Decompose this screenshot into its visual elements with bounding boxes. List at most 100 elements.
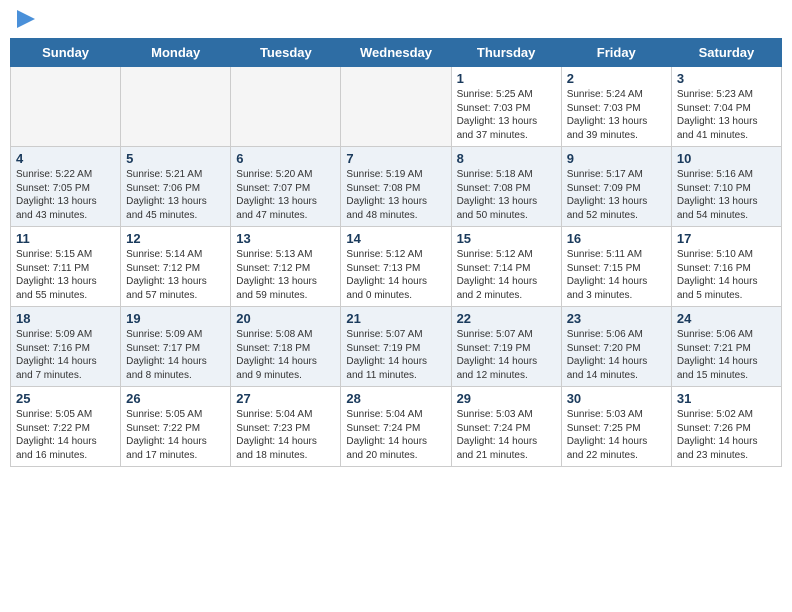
day-info: Sunrise: 5:06 AM Sunset: 7:21 PM Dayligh… xyxy=(677,328,776,382)
day-number: 28 xyxy=(346,391,445,406)
day-info: Sunrise: 5:09 AM Sunset: 7:16 PM Dayligh… xyxy=(16,328,115,382)
day-info: Sunrise: 5:07 AM Sunset: 7:19 PM Dayligh… xyxy=(346,328,445,382)
calendar-cell: 3Sunrise: 5:23 AM Sunset: 7:04 PM Daylig… xyxy=(671,67,781,147)
day-number: 5 xyxy=(126,151,225,166)
logo xyxy=(15,10,35,28)
calendar-cell: 14 Sunrise: 5:12 AM Sunset: 7:13 PM Dayli… xyxy=(341,227,451,307)
calendar-cell: 2 Sunrise: 5:24 AM Sunset: 7:03 PM Daylig… xyxy=(561,67,671,147)
calendar-cell xyxy=(121,67,231,147)
day-info: Sunrise: 5:19 AM Sunset: 7:08 PM Dayligh… xyxy=(346,168,445,222)
day-info: Sunrise: 5:25 AM Sunset: 7:03 PM Dayligh… xyxy=(457,88,556,142)
day-info: Sunrise: 5:10 AM Sunset: 7:16 PM Dayligh… xyxy=(677,248,776,302)
calendar-week-row: 18 Sunrise: 5:09 AM Sunset: 7:16 PM Dayli… xyxy=(11,307,782,387)
day-number: 9 xyxy=(567,151,666,166)
day-number: 29 xyxy=(457,391,556,406)
day-header-saturday: Saturday xyxy=(671,39,781,67)
calendar-cell: 28 Sunrise: 5:04 AM Sunset: 7:24 PM Dayli… xyxy=(341,387,451,467)
calendar-cell: 27 Sunrise: 5:04 AM Sunset: 7:23 PM Dayli… xyxy=(231,387,341,467)
day-number: 30 xyxy=(567,391,666,406)
calendar-cell xyxy=(341,67,451,147)
day-header-thursday: Thursday xyxy=(451,39,561,67)
day-info: Sunrise: 5:14 AM Sunset: 7:12 PM Dayligh… xyxy=(126,248,225,302)
calendar-cell: 5 Sunrise: 5:21 AM Sunset: 7:06 PM Daylig… xyxy=(121,147,231,227)
day-info: Sunrise: 5:04 AM Sunset: 7:24 PM Dayligh… xyxy=(346,408,445,462)
day-header-sunday: Sunday xyxy=(11,39,121,67)
day-info: Sunrise: 5:18 AM Sunset: 7:08 PM Dayligh… xyxy=(457,168,556,222)
calendar-cell xyxy=(231,67,341,147)
calendar-cell xyxy=(11,67,121,147)
day-info: Sunrise: 5:17 AM Sunset: 7:09 PM Dayligh… xyxy=(567,168,666,222)
day-info: Sunrise: 5:11 AM Sunset: 7:15 PM Dayligh… xyxy=(567,248,666,302)
calendar-cell: 31 Sunrise: 5:02 AM Sunset: 7:26 PM Dayli… xyxy=(671,387,781,467)
day-header-friday: Friday xyxy=(561,39,671,67)
day-number: 17 xyxy=(677,231,776,246)
day-info: Sunrise: 5:16 AM Sunset: 7:10 PM Dayligh… xyxy=(677,168,776,222)
calendar-week-row: 11Sunrise: 5:15 AM Sunset: 7:11 PM Dayli… xyxy=(11,227,782,307)
calendar-cell: 11Sunrise: 5:15 AM Sunset: 7:11 PM Dayli… xyxy=(11,227,121,307)
day-info: Sunrise: 5:05 AM Sunset: 7:22 PM Dayligh… xyxy=(126,408,225,462)
calendar-week-row: 25 Sunrise: 5:05 AM Sunset: 7:22 PM Dayli… xyxy=(11,387,782,467)
day-header-tuesday: Tuesday xyxy=(231,39,341,67)
calendar-cell: 20Sunrise: 5:08 AM Sunset: 7:18 PM Dayli… xyxy=(231,307,341,387)
calendar-cell: 26 Sunrise: 5:05 AM Sunset: 7:22 PM Dayli… xyxy=(121,387,231,467)
calendar-cell: 16 Sunrise: 5:11 AM Sunset: 7:15 PM Dayli… xyxy=(561,227,671,307)
day-number: 8 xyxy=(457,151,556,166)
day-number: 20 xyxy=(236,311,335,326)
day-number: 25 xyxy=(16,391,115,406)
calendar-cell: 21 Sunrise: 5:07 AM Sunset: 7:19 PM Dayli… xyxy=(341,307,451,387)
day-number: 23 xyxy=(567,311,666,326)
logo-line xyxy=(15,10,35,28)
day-number: 18 xyxy=(16,311,115,326)
calendar-cell: 23Sunrise: 5:06 AM Sunset: 7:20 PM Dayli… xyxy=(561,307,671,387)
calendar-cell: 30 Sunrise: 5:03 AM Sunset: 7:25 PM Dayli… xyxy=(561,387,671,467)
calendar-cell: 10 Sunrise: 5:16 AM Sunset: 7:10 PM Dayli… xyxy=(671,147,781,227)
day-info: Sunrise: 5:07 AM Sunset: 7:19 PM Dayligh… xyxy=(457,328,556,382)
day-number: 6 xyxy=(236,151,335,166)
calendar-cell: 29 Sunrise: 5:03 AM Sunset: 7:24 PM Dayli… xyxy=(451,387,561,467)
day-info: Sunrise: 5:12 AM Sunset: 7:14 PM Dayligh… xyxy=(457,248,556,302)
day-info: Sunrise: 5:09 AM Sunset: 7:17 PM Dayligh… xyxy=(126,328,225,382)
calendar-table: SundayMondayTuesdayWednesdayThursdayFrid… xyxy=(10,38,782,467)
day-info: Sunrise: 5:23 AM Sunset: 7:04 PM Dayligh… xyxy=(677,88,776,142)
day-number: 21 xyxy=(346,311,445,326)
day-number: 10 xyxy=(677,151,776,166)
calendar-cell: 12Sunrise: 5:14 AM Sunset: 7:12 PM Dayli… xyxy=(121,227,231,307)
day-number: 14 xyxy=(346,231,445,246)
day-info: Sunrise: 5:03 AM Sunset: 7:25 PM Dayligh… xyxy=(567,408,666,462)
calendar-cell: 7 Sunrise: 5:19 AM Sunset: 7:08 PM Daylig… xyxy=(341,147,451,227)
day-info: Sunrise: 5:22 AM Sunset: 7:05 PM Dayligh… xyxy=(16,168,115,222)
calendar-cell: 17 Sunrise: 5:10 AM Sunset: 7:16 PM Dayli… xyxy=(671,227,781,307)
day-info: Sunrise: 5:15 AM Sunset: 7:11 PM Dayligh… xyxy=(16,248,115,302)
logo-arrow-icon xyxy=(17,10,35,28)
day-number: 15 xyxy=(457,231,556,246)
calendar-cell: 4 Sunrise: 5:22 AM Sunset: 7:05 PM Daylig… xyxy=(11,147,121,227)
calendar-cell: 15 Sunrise: 5:12 AM Sunset: 7:14 PM Dayli… xyxy=(451,227,561,307)
day-info: Sunrise: 5:20 AM Sunset: 7:07 PM Dayligh… xyxy=(236,168,335,222)
day-number: 2 xyxy=(567,71,666,86)
calendar-week-row: 4 Sunrise: 5:22 AM Sunset: 7:05 PM Daylig… xyxy=(11,147,782,227)
day-number: 19 xyxy=(126,311,225,326)
day-info: Sunrise: 5:12 AM Sunset: 7:13 PM Dayligh… xyxy=(346,248,445,302)
day-header-monday: Monday xyxy=(121,39,231,67)
day-info: Sunrise: 5:05 AM Sunset: 7:22 PM Dayligh… xyxy=(16,408,115,462)
calendar-week-row: 1Sunrise: 5:25 AM Sunset: 7:03 PM Daylig… xyxy=(11,67,782,147)
day-number: 4 xyxy=(16,151,115,166)
day-number: 13 xyxy=(236,231,335,246)
day-info: Sunrise: 5:03 AM Sunset: 7:24 PM Dayligh… xyxy=(457,408,556,462)
day-number: 26 xyxy=(126,391,225,406)
day-number: 22 xyxy=(457,311,556,326)
day-info: Sunrise: 5:21 AM Sunset: 7:06 PM Dayligh… xyxy=(126,168,225,222)
day-info: Sunrise: 5:13 AM Sunset: 7:12 PM Dayligh… xyxy=(236,248,335,302)
day-number: 31 xyxy=(677,391,776,406)
calendar-cell: 19 Sunrise: 5:09 AM Sunset: 7:17 PM Dayli… xyxy=(121,307,231,387)
day-info: Sunrise: 5:24 AM Sunset: 7:03 PM Dayligh… xyxy=(567,88,666,142)
day-number: 7 xyxy=(346,151,445,166)
day-info: Sunrise: 5:02 AM Sunset: 7:26 PM Dayligh… xyxy=(677,408,776,462)
calendar-cell: 8 Sunrise: 5:18 AM Sunset: 7:08 PM Daylig… xyxy=(451,147,561,227)
day-number: 27 xyxy=(236,391,335,406)
day-number: 16 xyxy=(567,231,666,246)
calendar-cell: 6 Sunrise: 5:20 AM Sunset: 7:07 PM Daylig… xyxy=(231,147,341,227)
day-header-wednesday: Wednesday xyxy=(341,39,451,67)
day-info: Sunrise: 5:04 AM Sunset: 7:23 PM Dayligh… xyxy=(236,408,335,462)
calendar-cell: 22 Sunrise: 5:07 AM Sunset: 7:19 PM Dayli… xyxy=(451,307,561,387)
